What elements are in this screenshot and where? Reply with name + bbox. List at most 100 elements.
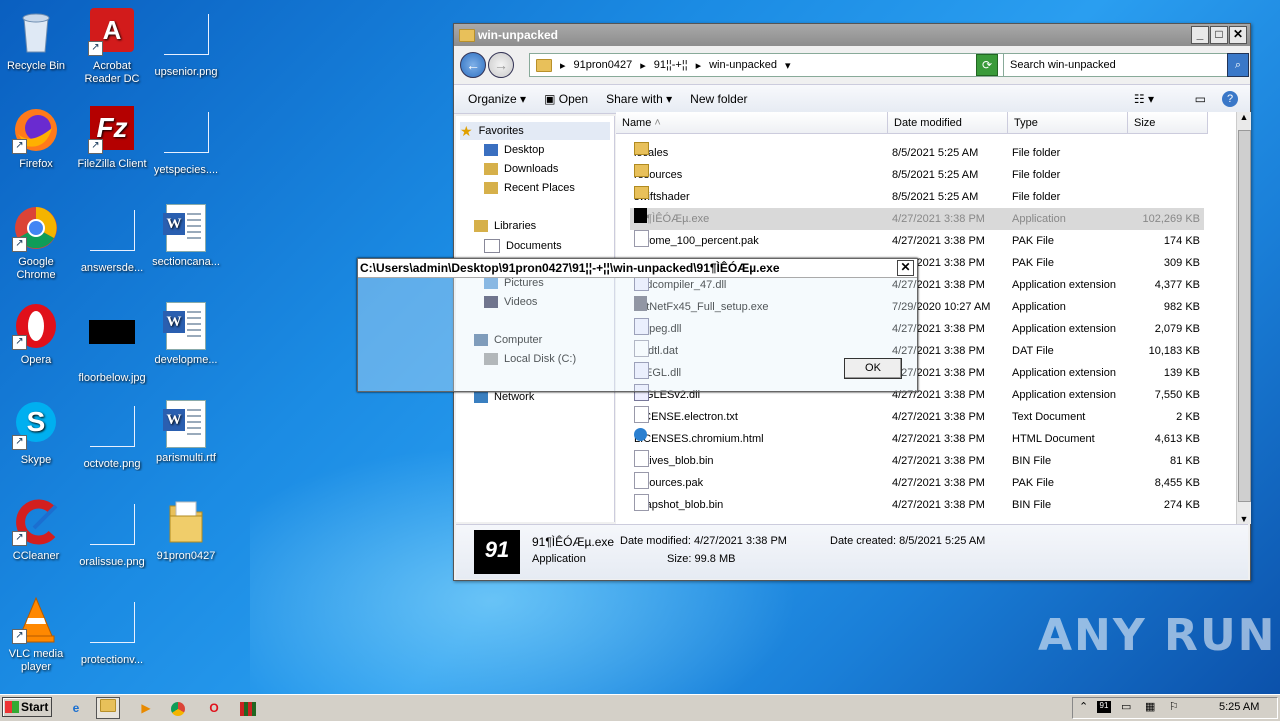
network-tray-icon[interactable]: ▦ — [1145, 700, 1155, 713]
vertical-scrollbar[interactable]: ▲ ▼ — [1236, 112, 1251, 524]
file-row[interactable]: locales 8/5/2021 5:25 AM File folder — [630, 142, 1204, 164]
help-icon[interactable]: ? — [1222, 91, 1238, 107]
file-row[interactable]: natives_blob.bin 4/27/2021 3:38 PM BIN Fil… — [630, 450, 1204, 472]
desktop-icon-label: oralissue.png — [79, 556, 145, 568]
minimize-button[interactable]: _ — [1191, 26, 1209, 44]
recycle-bin-icon — [12, 8, 60, 56]
scrollbar-thumb[interactable] — [1238, 130, 1251, 502]
desktop-icon-filezilla[interactable]: Fz ↗ FileZilla Client — [72, 106, 152, 171]
desktop-icon-upsenior[interactable]: upsenior.png — [146, 8, 226, 79]
desktop-icon-floorbelow[interactable]: floorbelow.jpg — [72, 302, 152, 385]
forward-button[interactable]: → — [488, 52, 514, 78]
column-header-date[interactable]: Date modified — [888, 112, 1008, 134]
monitor-icon[interactable]: ▭ — [1121, 700, 1131, 713]
file-date: 8/5/2021 5:25 AM — [892, 147, 979, 159]
shortcut-arrow-icon: ↗ — [88, 139, 103, 154]
chrome-taskbar-icon[interactable] — [166, 697, 190, 719]
app-thumbnail-icon: 91 — [474, 530, 520, 574]
column-header-type[interactable]: Type — [1008, 112, 1128, 134]
file-row[interactable]: resources 8/5/2021 5:25 AM File folder — [630, 164, 1204, 186]
opera-taskbar-icon[interactable]: O — [202, 697, 226, 719]
shortcut-arrow-icon: ↗ — [12, 435, 27, 450]
desktop-icon-firefox[interactable]: ↗ Firefox — [0, 106, 76, 171]
desktop-icon-octvote[interactable]: octvote.png — [72, 400, 152, 471]
file-name: LICENSES.chromium.html — [634, 433, 764, 445]
desktop-icon-protectionv[interactable]: protectionv... — [72, 596, 152, 667]
desktop-icon-skype[interactable]: S ↗ Skype — [0, 400, 76, 467]
nav-favorites[interactable]: ★ Favorites — [460, 122, 610, 140]
back-button[interactable]: ← — [460, 52, 486, 78]
file-icon — [634, 494, 649, 511]
app-taskbar-icon[interactable] — [236, 697, 260, 719]
nav-libraries[interactable]: Libraries — [474, 220, 536, 232]
scroll-up-icon[interactable]: ▲ — [1237, 112, 1251, 122]
desktop-icon-chrome[interactable]: ↗ Google Chrome — [0, 204, 76, 282]
shortcut-arrow-icon: ↗ — [12, 237, 27, 252]
watermark: ANY RUN — [1038, 610, 1277, 661]
clock[interactable]: 5:25 AM — [1219, 701, 1259, 713]
preview-pane-icon[interactable]: ▭ — [1195, 92, 1206, 106]
media-player-icon[interactable]: ▶ — [134, 697, 158, 719]
open-button[interactable]: ▣ Open — [544, 92, 588, 106]
breadcrumb-item[interactable]: 91pron0427 — [574, 59, 633, 71]
explorer-taskbar-icon[interactable] — [96, 697, 120, 719]
nav-documents[interactable]: Documents — [484, 239, 562, 253]
message-dialog[interactable]: C:\Users\admin\Desktop\91pron0427\91¦¦-+… — [357, 258, 918, 392]
maximize-button[interactable]: □ — [1210, 26, 1228, 44]
ie-icon[interactable]: e — [64, 697, 88, 719]
nav-desktop[interactable]: Desktop — [484, 144, 544, 156]
file-type: Application — [1012, 213, 1066, 225]
desktop-icon-recycle-bin[interactable]: Recycle Bin — [0, 8, 76, 73]
file-row[interactable]: LICENSE.electron.txt 4/27/2021 3:38 PM Tex… — [630, 406, 1204, 428]
file-type: Application extension — [1012, 367, 1116, 379]
file-row[interactable]: snapshot_blob.bin 4/27/2021 3:38 PM BIN Fi… — [630, 494, 1204, 516]
file-row[interactable]: 91¶ÌÊÓÆµ.exe 4/27/2021 3:38 PM Application… — [630, 208, 1204, 230]
explorer-titlebar[interactable]: win-unpacked _ □ ✕ — [454, 24, 1250, 46]
desktop-icon-91pron0427[interactable]: 91pron0427 — [146, 498, 226, 563]
ok-button[interactable]: OK — [844, 358, 902, 379]
desktop-icon-label: sectioncana... — [152, 256, 220, 268]
flag-icon[interactable]: ⚐ — [1169, 700, 1179, 713]
desktop-icon-sectioncana[interactable]: W sectioncana... — [146, 204, 226, 269]
close-button[interactable]: ✕ — [1229, 26, 1247, 44]
column-header-size[interactable]: Size — [1128, 112, 1208, 134]
start-button[interactable]: Start — [2, 697, 52, 717]
organize-button[interactable]: Organize ▾ — [468, 92, 526, 106]
file-row[interactable]: resources.pak 4/27/2021 3:38 PM PAK File 8,… — [630, 472, 1204, 494]
dialog-titlebar[interactable]: C:\Users\admin\Desktop\91pron0427\91¦¦-+… — [358, 259, 917, 278]
file-row[interactable]: chrome_100_percent.pak 4/27/2021 3:38 PM P… — [630, 230, 1204, 252]
file-type: Application extension — [1012, 279, 1116, 291]
address-bar[interactable]: ▸ 91pron0427 ▸ 91¦¦-+¦¦ ▸ win-unpacked ▾ — [529, 53, 1007, 77]
file-row[interactable]: LICENSES.chromium.html 4/27/2021 3:38 PM H… — [630, 428, 1204, 450]
desktop-icon-oralissue[interactable]: oralissue.png — [72, 498, 152, 569]
app-tray-icon[interactable]: 91 — [1097, 701, 1111, 713]
desktop-icon-answersde[interactable]: answersde... — [72, 204, 152, 275]
details-pane: 91 91¶ÌÊÓÆµ.exe Application Date modifie… — [456, 524, 1248, 579]
column-header-name[interactable]: Name ˄ — [616, 112, 888, 134]
desktop-icon-ccleaner[interactable]: ↗ CCleaner — [0, 498, 76, 563]
desktop-icon-acrobat[interactable]: A ↗ Acrobat Reader DC — [72, 8, 152, 86]
dialog-close-button[interactable]: ✕ — [897, 260, 914, 276]
desktop-icon-developme[interactable]: W developme... — [146, 302, 226, 367]
file-name: chrome_100_percent.pak — [634, 235, 759, 247]
nav-recent-places[interactable]: Recent Places — [484, 182, 575, 194]
scroll-down-icon[interactable]: ▼ — [1237, 514, 1251, 524]
search-input[interactable]: Search win-unpacked — [1003, 53, 1231, 77]
search-icon[interactable]: ⌕ — [1227, 53, 1249, 77]
desktop-icon-vlc[interactable]: ↗ VLC media player — [0, 596, 76, 674]
share-with-button[interactable]: Share with ▾ — [606, 92, 672, 106]
desktop-icon-parismulti[interactable]: W parismulti.rtf — [146, 400, 226, 465]
refresh-button[interactable]: ⟳ — [976, 54, 998, 76]
word-document-icon: W — [162, 400, 210, 448]
file-row[interactable]: swiftshader 8/5/2021 5:25 AM File folder — [630, 186, 1204, 208]
chevron-down-icon[interactable]: ▾ — [785, 59, 791, 72]
view-options-icon[interactable]: ☷ ▾ — [1134, 92, 1154, 106]
breadcrumb-item[interactable]: 91¦¦-+¦¦ — [654, 59, 688, 71]
nav-network[interactable]: Network — [474, 391, 534, 403]
breadcrumb-item[interactable]: win-unpacked — [709, 59, 777, 71]
tray-expand-icon[interactable]: ⌃ — [1079, 700, 1088, 713]
desktop-icon-yetspecies[interactable]: yetspecies.... — [146, 106, 226, 177]
nav-downloads[interactable]: Downloads — [484, 163, 558, 175]
desktop-icon-opera[interactable]: ↗ Opera — [0, 302, 76, 367]
new-folder-button[interactable]: New folder — [690, 92, 747, 106]
